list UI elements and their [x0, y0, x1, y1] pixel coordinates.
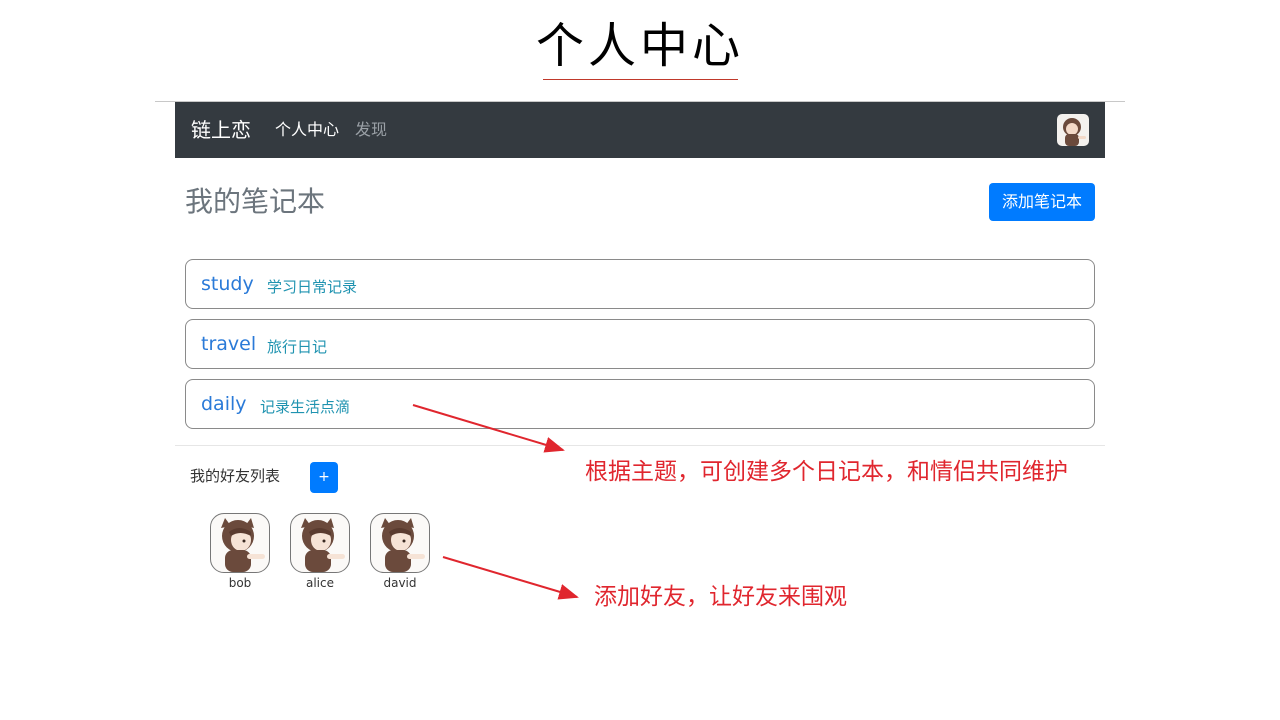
annotation-friends: 添加好友，让好友来围观	[594, 584, 847, 610]
page-title: 我的笔记本	[185, 185, 326, 218]
notebook-item-daily[interactable]: daily 记录生活点滴	[185, 379, 1095, 429]
notebook-item-travel[interactable]: travel 旅行日记	[185, 319, 1095, 369]
friends-list-label: 我的好友列表	[190, 467, 281, 485]
navbar: 链上恋 个人中心 发现	[175, 102, 1105, 158]
nav-personal-center[interactable]: 个人中心	[275, 119, 339, 141]
friend-avatar-icon[interactable]	[210, 513, 270, 573]
friend-item-alice[interactable]: alice	[290, 513, 350, 590]
friend-item-david[interactable]: david	[370, 513, 430, 590]
slide-title: 个人中心	[535, 18, 744, 74]
friend-name: alice	[305, 576, 334, 590]
title-underline	[543, 79, 738, 80]
add-friend-button[interactable]: +	[310, 462, 338, 493]
friend-name: david	[383, 576, 417, 590]
notebook-item-study[interactable]: study 学习日常记录	[185, 259, 1095, 309]
brand-logo[interactable]: 链上恋	[191, 116, 251, 144]
notebook-description: 记录生活点滴	[260, 398, 351, 416]
app-window: 链上恋 个人中心 发现 我的笔记本 添加笔记本 study 学习日常记录 tra…	[175, 102, 1105, 622]
annotation-notebooks: 根据主题，可创建多个日记本，和情侣共同维护	[585, 459, 1068, 485]
friend-avatar-icon[interactable]	[290, 513, 350, 573]
user-avatar-icon[interactable]	[1057, 114, 1089, 146]
section-divider	[175, 445, 1105, 446]
notebook-description: 学习日常记录	[267, 278, 358, 296]
notebook-name[interactable]: travel	[201, 332, 256, 356]
add-notebook-button[interactable]: 添加笔记本	[989, 183, 1095, 221]
notebook-name[interactable]: study	[201, 272, 254, 296]
friend-avatar-icon[interactable]	[370, 513, 430, 573]
friend-name: bob	[228, 576, 252, 590]
nav-discover[interactable]: 发现	[355, 119, 387, 141]
notebook-name[interactable]: daily	[201, 392, 247, 416]
notebook-description: 旅行日记	[267, 338, 328, 356]
friend-item-bob[interactable]: bob	[210, 513, 270, 590]
